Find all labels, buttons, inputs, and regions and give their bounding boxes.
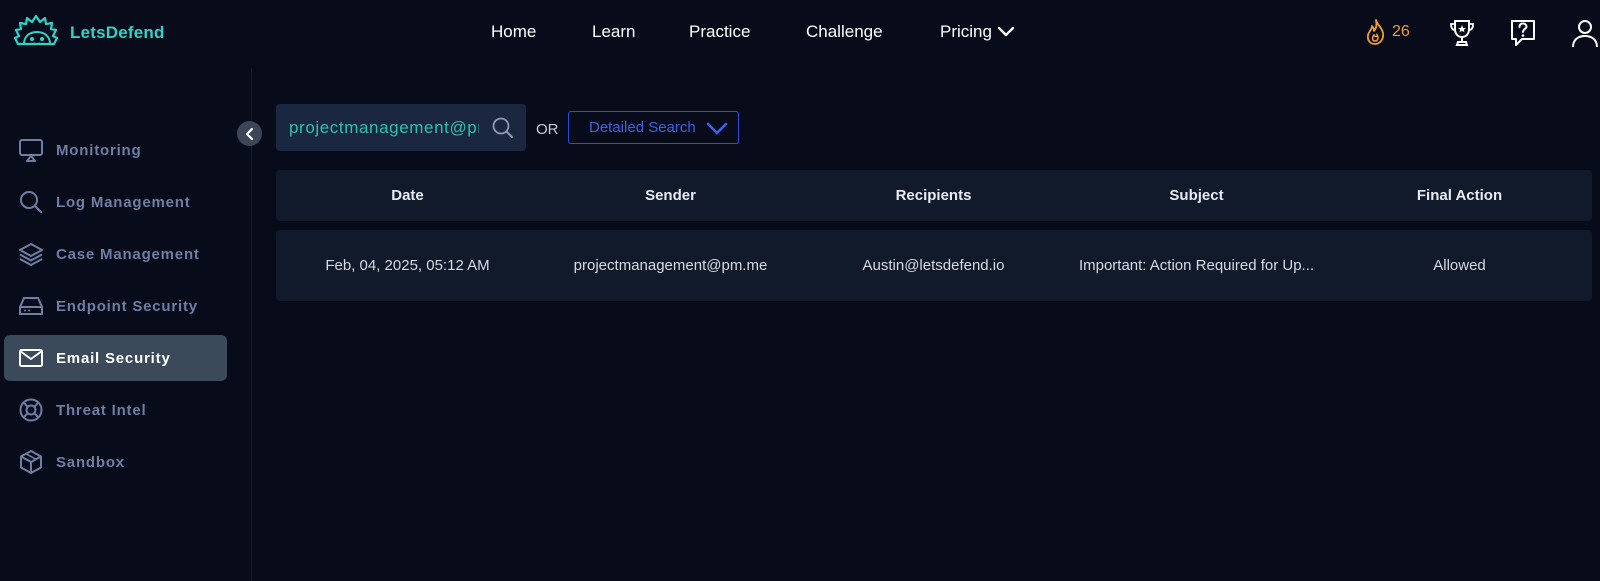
detailed-search-label: Detailed Search — [589, 119, 696, 136]
sidebar-item-monitoring[interactable]: Monitoring — [4, 127, 227, 173]
cell-sender: projectmanagement@pm.me — [573, 257, 768, 274]
top-navbar: LetsDefend Home Learn Practice Challenge… — [0, 0, 1600, 68]
fire-icon — [1366, 19, 1385, 45]
sidebar-item-label: Threat Intel — [56, 401, 147, 419]
column-header-date[interactable]: Date — [276, 187, 539, 204]
sidebar: Monitoring Log Management Case Managemen… — [0, 68, 262, 581]
brand-name: LetsDefend — [70, 23, 165, 42]
trophy-icon[interactable] — [1447, 17, 1477, 49]
brand-logo[interactable]: LetsDefend — [12, 14, 165, 52]
column-header-sender[interactable]: Sender — [539, 187, 802, 204]
column-header-final-action[interactable]: Final Action — [1328, 187, 1591, 204]
cell-final-action: Allowed — [1433, 257, 1486, 274]
email-search-box — [276, 104, 526, 151]
sidebar-item-log-management[interactable]: Log Management — [4, 179, 227, 225]
column-header-subject[interactable]: Subject — [1065, 187, 1328, 204]
drive-icon — [19, 297, 43, 315]
nav-home[interactable]: Home — [491, 22, 536, 42]
nav-challenge[interactable]: Challenge — [806, 22, 883, 42]
sidebar-item-threat-intel[interactable]: Threat Intel — [4, 387, 227, 433]
cell-recipients: Austin@letsdefend.io — [862, 257, 1005, 274]
cell-subject: Important: Action Required for Up... — [1078, 257, 1315, 274]
hedgehog-logo-icon — [13, 14, 59, 46]
chevron-down-icon — [706, 122, 728, 134]
sidebar-item-label: Endpoint Security — [56, 297, 198, 315]
search-icon[interactable] — [491, 116, 515, 140]
sidebar-item-label: Email Security — [56, 349, 171, 367]
email-search-input[interactable] — [289, 117, 479, 138]
detailed-search-dropdown[interactable]: Detailed Search — [568, 111, 739, 144]
or-label: OR — [536, 121, 559, 138]
sidebar-item-label: Sandbox — [56, 453, 125, 471]
cell-date: Feb, 04, 2025, 05:12 AM — [325, 257, 490, 274]
streak-counter[interactable]: 26 — [1364, 18, 1410, 46]
nav-pricing-label: Pricing — [940, 22, 992, 41]
sidebar-item-sandbox[interactable]: Sandbox — [4, 439, 227, 485]
nav-pricing[interactable]: Pricing — [940, 22, 1015, 42]
sidebar-item-endpoint-security[interactable]: Endpoint Security — [4, 283, 227, 329]
layers-icon — [19, 243, 43, 266]
email-table-header: Date Sender Recipients Subject Final Act… — [276, 170, 1592, 221]
user-icon[interactable] — [1570, 17, 1600, 49]
mail-icon — [19, 349, 43, 367]
chevron-down-icon — [997, 26, 1015, 37]
nav-learn[interactable]: Learn — [592, 22, 635, 42]
streak-count: 26 — [1392, 23, 1410, 40]
lifebuoy-icon — [19, 398, 43, 422]
search-icon — [20, 191, 43, 214]
sidebar-item-email-security[interactable]: Email Security — [4, 335, 227, 381]
sidebar-collapse-button[interactable] — [237, 121, 262, 146]
table-row[interactable]: Feb, 04, 2025, 05:12 AM projectmanagemen… — [276, 230, 1592, 301]
cube-icon — [20, 450, 42, 474]
sidebar-item-label: Case Management — [56, 245, 200, 263]
column-header-recipients[interactable]: Recipients — [802, 187, 1065, 204]
help-icon[interactable] — [1508, 17, 1538, 49]
chevron-left-icon — [245, 127, 253, 140]
nav-practice[interactable]: Practice — [689, 22, 750, 42]
sidebar-item-case-management[interactable]: Case Management — [4, 231, 227, 277]
sidebar-item-label: Log Management — [56, 193, 191, 211]
sidebar-item-label: Monitoring — [56, 141, 142, 159]
monitor-icon — [19, 139, 43, 162]
